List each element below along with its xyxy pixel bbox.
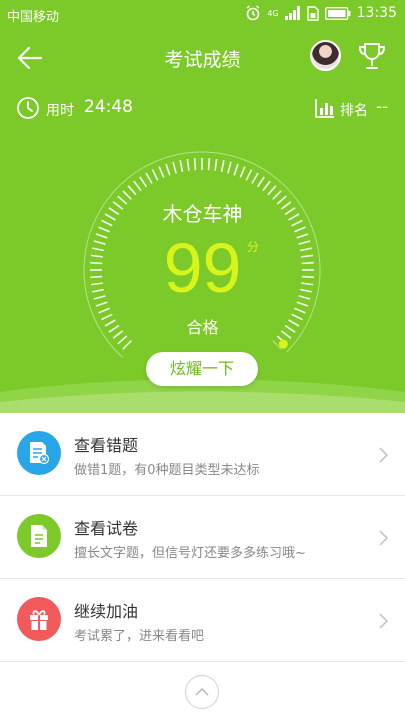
gauge-tick <box>251 172 259 184</box>
gauge-tick <box>172 161 177 174</box>
gauge-tick <box>239 166 246 178</box>
gift-icon <box>17 597 61 641</box>
sim-icon <box>306 5 319 21</box>
chevron-right-icon <box>379 530 388 546</box>
battery-icon <box>324 6 351 20</box>
gauge-tick <box>267 185 277 196</box>
list-item-title: 查看错题 <box>74 436 139 455</box>
gauge-tick <box>145 172 153 184</box>
gauge-tick <box>186 158 190 171</box>
list-item-subtitle: 考试累了，进来看看吧 <box>74 629 205 644</box>
list-item-wrong-questions[interactable]: 查看错题 做错1题，有0种题目类型未达标 <box>0 413 405 496</box>
gauge-tick <box>294 307 306 314</box>
network-type-label: 4G <box>267 8 279 18</box>
page-title: 考试成绩 <box>164 49 241 71</box>
scroll-up-button[interactable] <box>185 675 219 709</box>
gauge-tick <box>256 176 265 188</box>
score-unit: 分 <box>247 240 260 254</box>
wrong-questions-icon <box>17 431 61 475</box>
chevron-right-icon <box>379 613 388 629</box>
gauge-tick <box>139 176 148 188</box>
list-item-view-paper[interactable]: 查看试卷 擅长文字题，但信号灯还要多多练习哦~ <box>0 496 405 579</box>
list-item-subtitle: 擅长文字题，但信号灯还要多多练习哦~ <box>74 546 306 561</box>
list-item-keep-going[interactable]: 继续加油 考试累了，进来看看吧 <box>0 579 405 662</box>
clock-label: 13:35 <box>356 5 397 21</box>
nickname-label: 木仓车神 <box>162 202 243 226</box>
nav-bar: 考试成绩 <box>0 38 405 78</box>
gauge-tick <box>220 159 225 173</box>
gauge-tick <box>245 169 253 181</box>
time-label: 用时 <box>46 103 74 119</box>
gauge-tick <box>98 307 110 314</box>
gauge-tick <box>262 180 271 192</box>
result-label: 合格 <box>186 318 219 337</box>
avatar[interactable] <box>310 40 341 71</box>
gauge-indicator <box>278 339 288 349</box>
gauge-tick <box>151 169 159 181</box>
bar-chart-icon <box>315 99 334 118</box>
rank-value: -- <box>376 97 389 117</box>
gauge-tick <box>214 158 218 171</box>
gauge-tick <box>133 180 142 192</box>
clock-icon <box>17 97 39 119</box>
signal-icon <box>284 6 300 20</box>
gauge-tick <box>207 158 211 171</box>
gauge-tick <box>122 340 132 350</box>
status-bar: 中国移动 4G 13:35 <box>0 0 405 30</box>
trophy-icon[interactable] <box>356 40 388 72</box>
chevron-right-icon <box>379 447 388 463</box>
gauge-tick <box>193 158 197 171</box>
action-list: 查看错题 做错1题，有0种题目类型未达标 查看试卷 擅长文字题，但信号灯还要多多… <box>0 413 405 662</box>
rank-label: 排名 <box>340 103 368 119</box>
gauge-tick <box>158 166 165 178</box>
list-item-title: 查看试卷 <box>74 519 139 538</box>
gauge-tick <box>127 185 137 196</box>
gauge-tick <box>227 161 232 174</box>
score-header-panel: 中国移动 4G 13:35 考试成绩 用时 24:48 排名 -- 木仓车神 9… <box>0 0 405 413</box>
alarm-icon <box>246 5 260 21</box>
gauge-tick <box>165 163 171 176</box>
chevron-up-icon <box>195 687 209 696</box>
score-value: 99 <box>163 229 242 307</box>
gauge-tick <box>233 163 239 176</box>
time-value: 24:48 <box>84 97 133 117</box>
gauge-tick <box>179 159 184 173</box>
carrier-label: 中国移动 <box>7 10 60 25</box>
stats-bar: 用时 24:48 排名 -- <box>0 96 405 124</box>
document-icon <box>17 514 61 558</box>
share-button[interactable]: 炫耀一下 <box>146 352 258 386</box>
list-item-subtitle: 做错1题，有0种题目类型未达标 <box>74 463 260 478</box>
list-item-title: 继续加油 <box>74 602 139 621</box>
